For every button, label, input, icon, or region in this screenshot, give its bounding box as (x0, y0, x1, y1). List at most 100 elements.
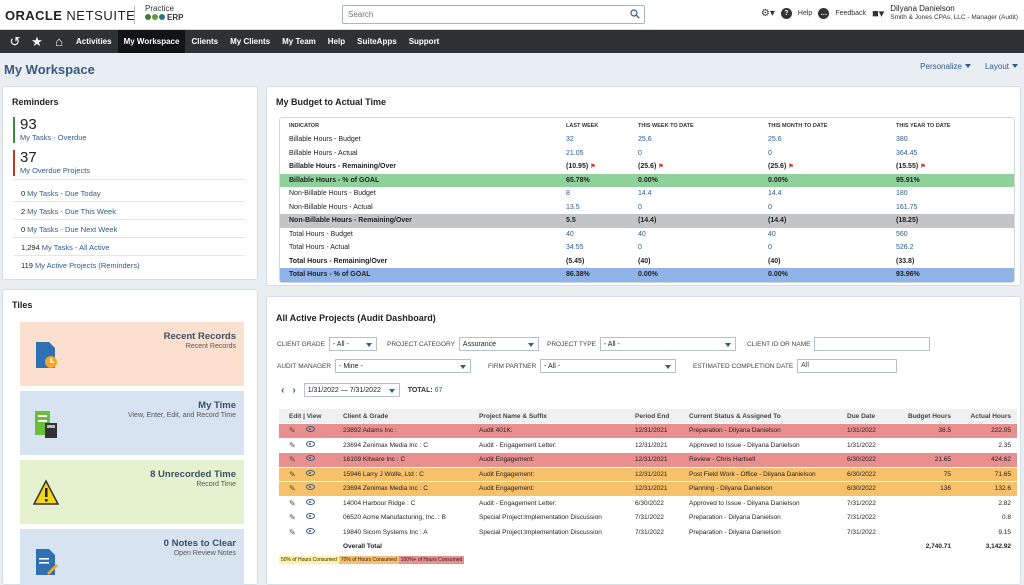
edit-pencil-icon[interactable]: ✎ (289, 499, 296, 508)
edit-pencil-icon[interactable]: ✎ (289, 484, 296, 493)
edit-pencil-icon[interactable]: ✎ (289, 455, 296, 464)
client-grade-select[interactable]: - All - (328, 337, 377, 351)
reminder-due-this-week[interactable]: 2 My Tasks - Due This Week (21, 207, 116, 216)
table-row[interactable]: ✎ 06520 Acme Manufacturing, Inc. : B Speci… (279, 511, 1017, 526)
table-row[interactable]: ✎ 23694 Zenimax Media Inc : C Audit - Enga… (279, 439, 1017, 453)
search-icon[interactable] (630, 9, 640, 19)
shortcuts-icon[interactable]: ⚙▾ (761, 8, 775, 19)
date-pager: ‹ › 1/31/2022 — 7/31/2022 TOTAL: 67 (281, 383, 442, 397)
client-grade-filter: CLIENT GRADE - All - (277, 337, 377, 351)
tile-notes-to-clear[interactable]: 0 Notes to Clear Open Review Notes (20, 529, 244, 585)
user-menu[interactable]: Dilyana Danielson Smith & Jones CPAs, LL… (890, 4, 1018, 22)
warning-icon (33, 479, 59, 505)
nav-suiteapps[interactable]: SuiteApps (351, 30, 403, 53)
budget-row: Total Hours - Remaining/Over (5.45) (40) (4… (289, 257, 915, 265)
edit-pencil-icon[interactable]: ✎ (289, 528, 296, 537)
flag-icon: ⚑ (658, 164, 664, 171)
projects-header-row: Edit | View Client & Grade Project Name & … (279, 409, 1017, 424)
projects-table: Edit | View Client & Grade Project Name & … (279, 409, 1017, 555)
recent-records-icon[interactable]: ↺ (4, 30, 26, 53)
table-row[interactable]: ✎ 19840 Sicom Systems Inc : A Special Proj… (279, 526, 1017, 540)
project-category-filter: PROJECT CATEGORY Assurance (387, 337, 539, 351)
tile-my-time[interactable]: My Time View, Enter, Edit, and Record Ti… (20, 391, 244, 455)
nav-my-clients[interactable]: My Clients (224, 30, 276, 53)
document-icon (36, 342, 57, 368)
view-eye-icon[interactable] (305, 469, 315, 476)
page-title: My Workspace (4, 62, 95, 77)
project-type-filter: PROJECT TYPE - All - (547, 337, 736, 351)
reminder-due-next-week[interactable]: 0 My Tasks - Due Next Week (21, 225, 117, 234)
nav-help[interactable]: Help (322, 30, 351, 53)
favorites-star-icon[interactable]: ★ (26, 30, 48, 53)
chevron-down-icon (527, 343, 534, 347)
divider (13, 179, 245, 180)
table-row[interactable]: ✎ 16109 Kitware Inc : C Audit Engagement: 1… (279, 453, 1017, 468)
client-id-input[interactable] (814, 337, 931, 351)
view-eye-icon[interactable] (305, 527, 315, 534)
table-row[interactable]: ✎ 14004 Harbour Ridge : C Audit - Engageme… (279, 497, 1017, 511)
help-link[interactable]: Help (798, 10, 812, 17)
feedback-icon[interactable]: … (818, 7, 830, 19)
global-search[interactable] (342, 5, 645, 24)
firm-partner-select[interactable]: - All - (540, 359, 677, 373)
edit-pencil-icon[interactable]: ✎ (289, 441, 296, 450)
project-type-select[interactable]: - All - (599, 337, 736, 351)
nav-activities[interactable]: Activities (70, 30, 118, 53)
help-icon[interactable]: ? (780, 7, 792, 19)
view-eye-icon[interactable] (305, 455, 315, 462)
flag-icon: ⚑ (590, 164, 596, 171)
next-page-icon[interactable]: › (292, 385, 295, 396)
layout-menu[interactable]: Layout (985, 62, 1018, 71)
project-category-select[interactable]: Assurance (458, 337, 539, 351)
feedback-link[interactable]: Feedback (835, 10, 866, 17)
view-eye-icon[interactable] (305, 440, 315, 447)
reminder-all-active[interactable]: 1,294 My Tasks - All Active (21, 243, 110, 252)
timesheet-calculator-icon (35, 411, 57, 438)
edit-pencil-icon[interactable]: ✎ (289, 513, 296, 522)
reminder-active-projects[interactable]: 119 My Active Projects (Reminders) (21, 261, 140, 270)
budget-portlet: My Budget to Actual Time INDICATOR LAST W… (266, 86, 1021, 286)
reminder-overdue-projects[interactable]: 37 My Overdue Projects (13, 150, 90, 176)
view-eye-icon[interactable] (305, 498, 315, 505)
top-header: ORACLE NETSUITE Practice ERP ⚙▾ ? Help …… (0, 0, 1024, 30)
total-count: TOTAL: 67 (407, 386, 443, 394)
flag-icon: ⚑ (920, 164, 926, 171)
tile-recent-records[interactable]: Recent Records Recent Records (20, 322, 244, 386)
edit-pencil-icon[interactable]: ✎ (289, 426, 296, 435)
budget-row: Billable Hours - Remaining/Over (10.95) ⚑(… (289, 163, 926, 171)
table-row[interactable]: ✎ 23892 Adams Inc : Audit 401K: 12/31/2021 P… (279, 424, 1017, 439)
view-eye-icon[interactable] (305, 426, 315, 433)
nav-support[interactable]: Support (403, 30, 446, 53)
previous-page-icon[interactable]: ‹ (281, 385, 284, 396)
table-row[interactable]: ✎ 15946 Larry J Wolfe, Ltd : C Audit Engag… (279, 467, 1017, 482)
date-range-select[interactable]: 1/31/2022 — 7/31/2022 (303, 383, 400, 397)
reminder-due-today[interactable]: 0 My Tasks - Due Today (21, 189, 101, 198)
completion-date-input[interactable]: All (797, 359, 898, 373)
practice-erp-logo: Practice ERP (145, 4, 184, 22)
user-avatar-icon[interactable]: ■▾ (872, 7, 884, 20)
nav-clients[interactable]: Clients (185, 30, 224, 53)
view-eye-icon[interactable] (305, 513, 315, 520)
budget-row: Billable Hours - Budget 32 25.6 25.6 380 (289, 136, 908, 144)
chevron-down-icon (388, 389, 395, 393)
divider (13, 219, 245, 220)
home-icon[interactable]: ⌂ (48, 30, 70, 53)
audit-manager-select[interactable]: - Mine - (335, 359, 472, 373)
chevron-down-icon (460, 365, 467, 369)
reminder-tasks-overdue[interactable]: 93 My Tasks - Overdue (13, 117, 87, 143)
view-eye-icon[interactable] (305, 484, 315, 491)
firm-partner-filter: FIRM PARTNER - All - (488, 359, 677, 373)
budget-row: Total Hours - Budget 40 40 40 560 (289, 230, 908, 238)
hours-consumed-legend: 50% of Hours Consumed 70% of Hours Consu… (279, 556, 465, 564)
personalize-menu[interactable]: Personalize (920, 62, 971, 71)
search-input[interactable] (343, 6, 623, 23)
edit-pencil-icon[interactable]: ✎ (289, 470, 296, 479)
oracle-netsuite-logo[interactable]: ORACLE NETSUITE (5, 8, 135, 23)
nav-my-workspace[interactable]: My Workspace (117, 30, 186, 53)
nav-my-team[interactable]: My Team (276, 30, 322, 53)
table-row[interactable]: ✎ 23694 Zenimax Media Inc : C Audit Engage… (279, 482, 1017, 497)
tile-unrecorded-time[interactable]: 8 Unrecorded Time Record Time (20, 460, 244, 524)
audit-manager-filter: AUDIT MANAGER - Mine - (277, 359, 472, 373)
flag-icon: ⚑ (788, 164, 794, 171)
divider (13, 255, 245, 256)
